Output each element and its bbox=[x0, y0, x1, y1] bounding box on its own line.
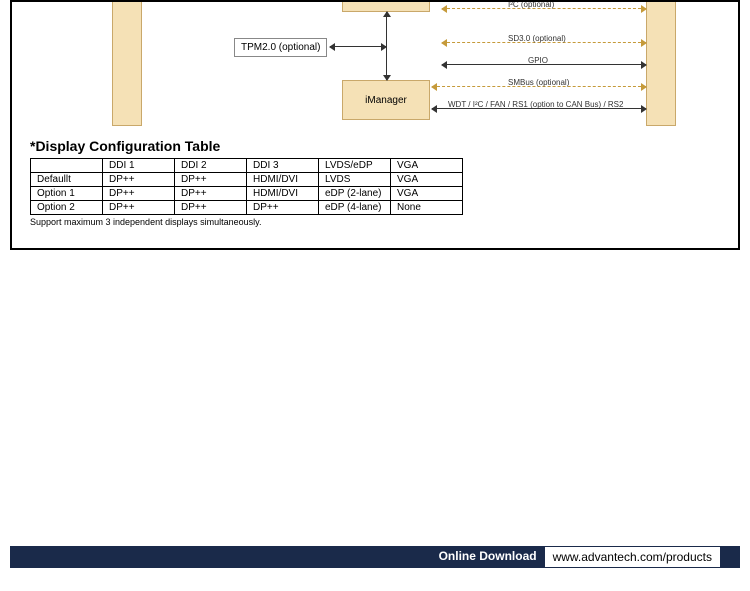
right-connector-block bbox=[646, 0, 676, 126]
table-row: Option 1 DP++ DP++ HDMI/DVI eDP (2-lane)… bbox=[31, 187, 463, 201]
table-note: Support maximum 3 independent displays s… bbox=[30, 217, 738, 227]
display-config-table: DDI 1 DDI 2 DDI 3 LVDS/eDP VGA Defaullt … bbox=[30, 158, 463, 215]
tpm-label: TPM2.0 (optional) bbox=[241, 42, 320, 53]
td: Option 1 bbox=[31, 187, 103, 201]
footer-cap bbox=[720, 546, 740, 568]
table-row: Defaullt DP++ DP++ HDMI/DVI LVDS VGA bbox=[31, 173, 463, 187]
td: DP++ bbox=[175, 173, 247, 187]
td: DP++ bbox=[247, 201, 319, 215]
td: DP++ bbox=[103, 201, 175, 215]
th bbox=[31, 159, 103, 173]
td: LVDS bbox=[319, 173, 391, 187]
td: HDMI/DVI bbox=[247, 173, 319, 187]
imanager-label: iManager bbox=[365, 95, 407, 106]
td: VGA bbox=[391, 173, 463, 187]
th: VGA bbox=[391, 159, 463, 173]
bus-sd30-label: SD3.0 (optional) bbox=[508, 34, 566, 43]
bus-gpio-label: GPIO bbox=[528, 56, 548, 65]
bus-wdt-label: WDT / I²C / FAN / RS1 (option to CAN Bus… bbox=[448, 100, 623, 109]
td: HDMI/DVI bbox=[247, 187, 319, 201]
td: VGA bbox=[391, 187, 463, 201]
td: DP++ bbox=[103, 173, 175, 187]
th: LVDS/eDP bbox=[319, 159, 391, 173]
content-frame: iManager TPM2.0 (optional) I²C (optional… bbox=[10, 0, 740, 250]
tpm-box: TPM2.0 (optional) bbox=[234, 38, 327, 57]
link-tpm bbox=[330, 46, 386, 47]
th: DDI 1 bbox=[103, 159, 175, 173]
block-diagram: iManager TPM2.0 (optional) I²C (optional… bbox=[12, 2, 738, 130]
footer-label: Online Download bbox=[431, 546, 545, 568]
footer-fill bbox=[10, 546, 431, 568]
footer-url[interactable]: www.advantech.com/products bbox=[545, 546, 720, 568]
td: None bbox=[391, 201, 463, 215]
td: DP++ bbox=[175, 187, 247, 201]
table-row: Option 2 DP++ DP++ DP++ eDP (4-lane) Non… bbox=[31, 201, 463, 215]
td: eDP (4-lane) bbox=[319, 201, 391, 215]
td: DP++ bbox=[103, 187, 175, 201]
imanager-block: iManager bbox=[342, 80, 430, 120]
td: DP++ bbox=[175, 201, 247, 215]
td: eDP (2-lane) bbox=[319, 187, 391, 201]
footer-bar: Online Download www.advantech.com/produc… bbox=[10, 546, 740, 568]
table-header-row: DDI 1 DDI 2 DDI 3 LVDS/eDP VGA bbox=[31, 159, 463, 173]
bus-smbus-label: SMBus (optional) bbox=[508, 78, 569, 87]
th: DDI 3 bbox=[247, 159, 319, 173]
td: Defaullt bbox=[31, 173, 103, 187]
th: DDI 2 bbox=[175, 159, 247, 173]
bus-i2c-label: I²C (optional) bbox=[508, 0, 554, 9]
left-connector-block bbox=[112, 0, 142, 126]
table-title: *Display Configuration Table bbox=[30, 138, 738, 154]
td: Option 2 bbox=[31, 201, 103, 215]
